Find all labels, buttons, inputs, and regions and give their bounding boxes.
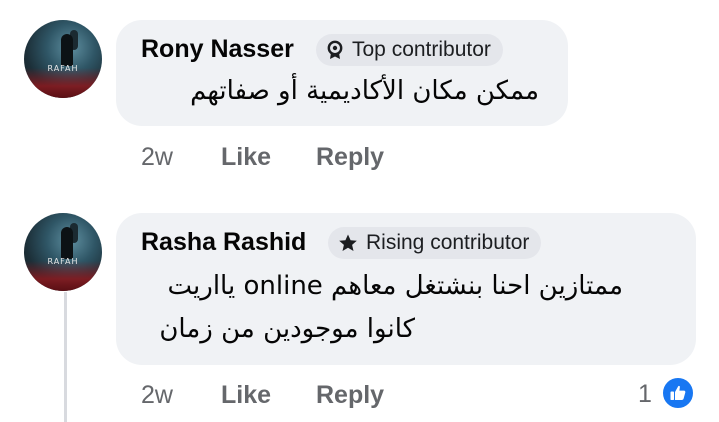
like-button[interactable]: Like <box>221 381 271 410</box>
avatar-figure <box>61 227 73 259</box>
reaction-count[interactable]: 1 <box>638 380 652 409</box>
rising-contributor-badge[interactable]: Rising contributor <box>328 227 542 259</box>
top-contributor-badge[interactable]: Top contributor <box>316 34 503 66</box>
like-reaction-icon[interactable] <box>661 376 695 410</box>
badge-label: Top contributor <box>352 38 491 61</box>
comment-text: ممكن مكان الأكاديمية أو صفاتهم <box>190 76 539 106</box>
comment-author[interactable]: Rony Nasser <box>141 35 294 64</box>
comment-author[interactable]: Rasha Rashid <box>141 228 306 257</box>
avatar-label: RAFAH <box>47 64 79 73</box>
avatar-figure <box>61 34 73 66</box>
comment-text: كانوا موجودين من زمان <box>159 314 415 344</box>
top-contributor-badge-icon <box>327 40 343 59</box>
reply-button[interactable]: Reply <box>316 143 384 172</box>
badge-label: Rising contributor <box>366 231 530 254</box>
comment-text: ممتازين احنا بنشتغل معاهم online يااريت <box>167 271 623 301</box>
comment-timestamp[interactable]: 2w <box>141 143 173 172</box>
avatar-label: RAFAH <box>47 257 79 266</box>
star-icon <box>339 234 357 251</box>
comment-timestamp[interactable]: 2w <box>141 381 173 410</box>
like-button[interactable]: Like <box>221 143 271 172</box>
reply-thread-line <box>64 292 67 422</box>
avatar[interactable]: RAFAH <box>24 20 102 98</box>
avatar[interactable]: RAFAH <box>24 213 102 291</box>
reply-button[interactable]: Reply <box>316 381 384 410</box>
thumbs-up-icon <box>670 385 686 400</box>
